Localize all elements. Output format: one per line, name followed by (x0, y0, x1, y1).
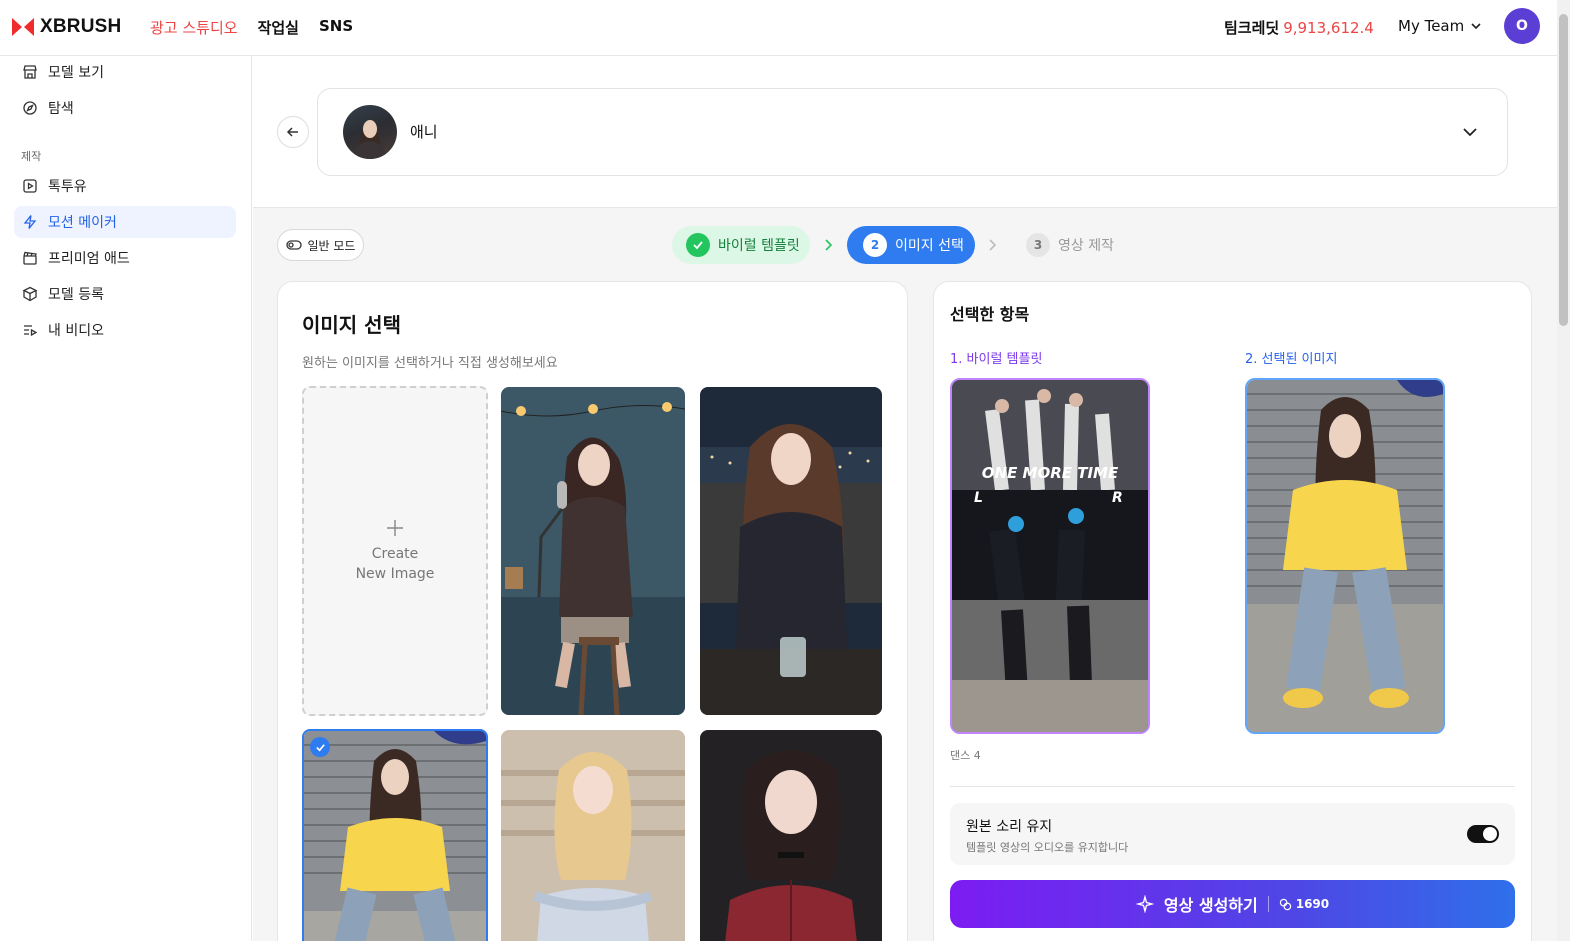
selected-template-heading: 1. 바이럴 템플릿 (950, 352, 1043, 367)
sidebar-item-talk-to-you[interactable]: 톡투유 (14, 170, 236, 202)
generate-video-button[interactable]: 영상 생성하기 1690 (950, 880, 1515, 928)
template-left-mark: L (974, 490, 983, 506)
logo[interactable]: XBRUSH (12, 16, 121, 38)
image-option-night-rooftop[interactable] (700, 387, 882, 715)
generate-label: 영상 생성하기 (1163, 896, 1258, 915)
sidebar-item-motion-maker[interactable]: 모션 메이커 (14, 206, 236, 238)
selected-image-heading: 2. 선택된 이미지 (1245, 352, 1338, 367)
brand-name: XBRUSH (40, 16, 122, 37)
sound-title: 원본 소리 유지 (966, 819, 1053, 835)
toggle-icon (285, 240, 302, 250)
sidebar-item-my-videos[interactable]: 내 비디오 (14, 314, 236, 346)
sidebar-section-create: 제작 (21, 150, 42, 163)
image-option-yellow-tshirt[interactable] (302, 729, 488, 941)
image-option-podcast[interactable] (501, 387, 685, 715)
create-new-image-button[interactable]: Create New Image (302, 386, 488, 716)
keep-audio-toggle[interactable] (1467, 825, 1499, 843)
create-label-line2: New Image (355, 566, 435, 582)
image-option-blonde-dress[interactable] (501, 730, 685, 941)
step-number: 2 (863, 233, 887, 257)
step-label: 바이럴 템플릿 (718, 238, 800, 254)
sidebar-item-explore[interactable]: 탐색 (14, 92, 236, 124)
template-overlay-text: ONE MORE TIME (982, 464, 1119, 482)
user-avatar[interactable]: O (1504, 8, 1540, 44)
sidebar-item-label: 모델 보기 (48, 65, 104, 81)
team-dropdown[interactable]: My Team (1398, 17, 1482, 35)
model-selector[interactable]: 애니 (317, 88, 1508, 176)
sidebar-item-register-model[interactable]: 모델 등록 (14, 278, 236, 310)
image-option-red-jacket[interactable] (700, 730, 882, 941)
image-select-subtitle: 원하는 이미지를 선택하거나 직접 생성해보세요 (302, 356, 558, 371)
sidebar: 모델 보기 탐색 제작 톡투유 모션 메이커 프리미엄 애드 모델 등록 내 비… (0, 56, 252, 941)
selected-image-preview[interactable] (1245, 378, 1445, 734)
coin-icon (1279, 898, 1291, 910)
selected-check-icon (310, 737, 330, 757)
model-name: 애니 (410, 123, 438, 141)
create-label-line1: Create (371, 546, 419, 562)
keep-original-audio-option: 원본 소리 유지 템플릿 영상의 오디오를 유지합니다 (950, 803, 1515, 865)
top-nav: 광고 스튜디오 작업실 SNS (150, 17, 353, 38)
step-number: 3 (1026, 233, 1050, 257)
template-caption: 댄스 4 (950, 749, 981, 762)
box-icon (22, 286, 38, 302)
video-list-icon (24, 325, 38, 337)
image-select-card: 이미지 선택 원하는 이미지를 선택하거나 직접 생성해보세요 Create N… (277, 281, 908, 941)
step-video-create[interactable]: 3 영상 제작 (1026, 226, 1114, 264)
generate-cost: 1690 (1279, 897, 1329, 911)
clapperboard-icon (23, 251, 37, 265)
sound-description: 템플릿 영상의 오디오를 유지합니다 (966, 841, 1129, 854)
top-bar: XBRUSH 광고 스튜디오 작업실 SNS 팀크레딧 9,913,612.4 M… (0, 0, 1557, 56)
lightning-icon (23, 215, 37, 229)
plus-icon (387, 520, 403, 536)
sparkle-icon (1135, 895, 1154, 913)
selected-template-preview[interactable]: ONE MORE TIME L R (950, 378, 1150, 734)
xbrush-logo-icon (12, 18, 34, 36)
step-image-select[interactable]: 2 이미지 선택 (847, 226, 975, 264)
image-select-title: 이미지 선택 (302, 313, 401, 337)
sidebar-item-label: 모션 메이커 (48, 215, 117, 231)
selected-items-title: 선택한 항목 (950, 305, 1030, 324)
nav-sns[interactable]: SNS (319, 17, 353, 38)
sidebar-item-label: 프리미엄 애드 (48, 251, 130, 267)
back-button[interactable] (277, 116, 309, 148)
divider (950, 786, 1515, 787)
sidebar-item-label: 톡투유 (48, 179, 87, 195)
store-icon (23, 65, 37, 79)
chevron-down-icon (1471, 23, 1481, 30)
nav-workroom[interactable]: 작업실 (258, 17, 299, 38)
credit-value: 9,913,612.4 (1283, 19, 1374, 37)
sidebar-item-label: 탐색 (48, 101, 74, 117)
arrow-left-icon (286, 127, 298, 137)
compass-icon (23, 101, 37, 115)
selected-items-card: 선택한 항목 1. 바이럴 템플릿 2. 선택된 이미지 ONE MORE TI… (933, 281, 1532, 941)
mode-label: 일반 모드 (307, 238, 356, 253)
step-label: 이미지 선택 (895, 238, 964, 254)
generate-cost-value: 1690 (1295, 897, 1330, 911)
mode-toggle-button[interactable]: 일반 모드 (277, 229, 364, 261)
template-right-mark: R (1112, 490, 1123, 506)
step-label: 영상 제작 (1058, 238, 1114, 254)
team-credit: 팀크레딧 9,913,612.4 (1224, 17, 1374, 38)
chevron-down-icon (1463, 128, 1477, 137)
model-avatar (343, 105, 397, 159)
play-square-icon (23, 179, 37, 193)
step-viral-template[interactable]: 바이럴 템플릿 (672, 226, 810, 264)
sidebar-item-premium-ad[interactable]: 프리미엄 애드 (14, 242, 236, 274)
nav-ad-studio[interactable]: 광고 스튜디오 (150, 17, 238, 38)
credit-label: 팀크레딧 (1224, 19, 1280, 37)
scrollbar-thumb[interactable] (1559, 14, 1568, 326)
team-label: My Team (1398, 17, 1465, 35)
check-icon (686, 233, 710, 257)
chevron-right-icon (825, 239, 833, 251)
sidebar-item-models[interactable]: 모델 보기 (14, 56, 236, 88)
sidebar-item-label: 내 비디오 (48, 323, 104, 339)
chevron-right-icon (989, 239, 997, 251)
separator (1267, 896, 1269, 912)
sidebar-item-label: 모델 등록 (48, 287, 104, 303)
